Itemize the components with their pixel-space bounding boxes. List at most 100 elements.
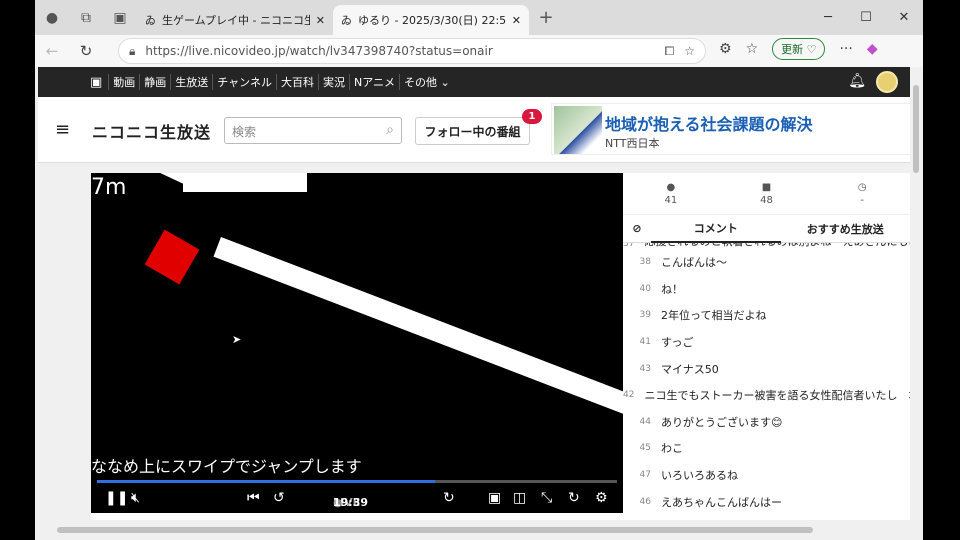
site-header: ≡ ニコニコ生放送 検索 ⌕ フォロー中の番組 1 地域が抱える社会課題の解決 N…: [38, 97, 911, 163]
nav-item[interactable]: Nアニメ: [348, 74, 399, 90]
skip-back-icon[interactable]: ⏮: [247, 490, 260, 506]
comment-row[interactable]: 45 わこ: [623, 435, 910, 462]
nav-item[interactable]: 生放送: [170, 74, 212, 90]
comment-text: えあちゃんこんばんはー: [661, 495, 782, 509]
clock-icon: ◷: [857, 182, 867, 193]
new-tab-button[interactable]: +: [529, 7, 563, 28]
nav-item[interactable]: 静画: [139, 74, 170, 90]
settings-icon[interactable]: ⚙: [595, 490, 608, 506]
seek-bar[interactable]: [97, 480, 617, 483]
comment-number: 39: [639, 310, 651, 321]
comment-number: 41: [639, 337, 651, 348]
game-instruction: ななめ上にスワイプでジャンプします: [91, 457, 362, 476]
comment-row[interactable]: 38 こんばんは～: [623, 249, 910, 276]
refresh-icon[interactable]: ↻: [69, 42, 103, 60]
vertical-scrollbar[interactable]: [910, 67, 923, 520]
browser-window: ● ⧉ ▣ ゐ生ゲームプレイ中 - ニコニコ生放送✕ ゐゆるり - 2025/3…: [35, 0, 923, 540]
game-platform: [183, 173, 307, 192]
comment-row[interactable]: 41 すっご: [623, 329, 910, 356]
profile-icon[interactable]: ●: [35, 10, 69, 26]
nav-item[interactable]: 大百科: [275, 74, 318, 90]
avatar[interactable]: [876, 71, 898, 93]
app-icon[interactable]: ⧠: [665, 44, 675, 59]
game-platform: [213, 237, 623, 415]
comment-text: マイナス50: [661, 362, 719, 376]
minimize-button[interactable]: ─: [809, 0, 847, 35]
comment-icon: ■: [761, 182, 772, 193]
comment-row[interactable]: 43 マイナス50: [623, 355, 910, 382]
comment-row[interactable]: 44 ありがとうございます😊: [623, 409, 910, 436]
comment-number: 44: [639, 416, 651, 427]
nav-item[interactable]: その他 ⌄: [398, 74, 454, 90]
follow-programs-button[interactable]: フォロー中の番組: [415, 117, 530, 145]
niconico-tv-icon[interactable]: ▣: [90, 75, 102, 90]
comment-row[interactable]: 39 2年位って相当だよね: [623, 302, 910, 329]
tab-active[interactable]: ゐゆるり - 2025/3/30(日) 22:50開始✕: [333, 5, 529, 35]
nav-item[interactable]: 動画: [108, 74, 139, 90]
rewind-10-icon[interactable]: ↺: [273, 490, 285, 506]
fullscreen-icon[interactable]: ⤡: [541, 490, 552, 506]
nav-item[interactable]: 実況: [317, 74, 349, 90]
mouse-cursor-icon: ➤: [232, 333, 242, 346]
comment-row[interactable]: 42 ニコ生でもストーカー被害を語る女性配信者いたし 本: [623, 382, 910, 409]
ad-image: [554, 106, 602, 154]
comment-number: 45: [639, 443, 651, 454]
comment-text: ニコ生でもストーカー被害を語る女性配信者いたし 本: [644, 389, 910, 403]
forward-10-icon[interactable]: ↻: [443, 490, 455, 506]
nav-item[interactable]: チャンネル: [212, 74, 276, 90]
comment-panel: ●41 ■48 ◷- ⊘ コメント おすすめ生放送 37 応援されるのと執着される…: [623, 173, 910, 520]
theater-mode-icon[interactable]: ◫: [513, 490, 526, 506]
reload-icon[interactable]: ↻: [568, 490, 580, 506]
favorites-icon[interactable]: ☆: [746, 41, 759, 57]
close-window-button[interactable]: ✕: [885, 0, 923, 35]
mute-icon[interactable]: 🔇︎: [131, 490, 140, 506]
comment-list[interactable]: 37 応援されるのと執着されるのは別よね えあさんにもあ 38 こんばんは～ 40 ね！ 3…: [623, 243, 910, 520]
comment-number: 37: [623, 243, 635, 249]
close-tab-icon[interactable]: ✕: [316, 14, 325, 27]
seek-progress: [97, 480, 435, 483]
bell-icon[interactable]: 🔔︎: [848, 73, 866, 89]
site-logo[interactable]: ニコニコ生放送: [92, 119, 211, 143]
tab-bar: ● ⧉ ▣ ゐ生ゲームプレイ中 - ニコニコ生放送✕ ゐゆるり - 2025/3…: [35, 0, 923, 35]
sidebar-toggle-icon[interactable]: ▣: [103, 10, 137, 26]
horizontal-scrollbar[interactable]: [35, 520, 923, 540]
scrollbar-thumb[interactable]: [913, 85, 919, 173]
comment-row[interactable]: 47 いろいろあるね: [623, 462, 910, 489]
comment-row[interactable]: 46 えあちゃんこんばんはー: [623, 488, 910, 515]
comment-text: 応援されるのと執着されるのは別よね えあさんにもあ: [644, 243, 910, 249]
close-tab-icon[interactable]: ✕: [512, 14, 521, 27]
ad-banner[interactable]: 地域が抱える社会課題の解決 NTT西日本: [551, 103, 911, 155]
comment-text: わこ: [661, 442, 683, 456]
comment-number: 47: [639, 470, 651, 481]
comment-settings-icon[interactable]: ⊘: [623, 222, 651, 235]
extensions-icon[interactable]: ⚙︎: [719, 41, 732, 57]
program-stats: ● 41 ■ 48 ◷ -: [623, 173, 910, 215]
search-input[interactable]: 検索 ⌕: [224, 117, 402, 144]
maximize-button[interactable]: ☐: [847, 0, 885, 35]
collections-icon[interactable]: ⧉: [69, 10, 103, 26]
comment-row[interactable]: 37 応援されるのと執着されるのは別よね えあさんにもあ: [623, 243, 910, 249]
search-icon[interactable]: ⌕: [386, 122, 394, 138]
back-icon[interactable]: ←: [35, 42, 69, 60]
nico-tab-icon: ゐ: [145, 14, 156, 27]
ad-title[interactable]: 地域が抱える社会課題の解決: [605, 111, 813, 135]
update-button[interactable]: 更新 ♡: [772, 38, 826, 60]
distance-readout: 7m: [91, 175, 127, 200]
copilot-icon[interactable]: ◆: [867, 41, 878, 57]
lock-icon: 🔒︎: [129, 43, 136, 58]
tab-game[interactable]: ゐ生ゲームプレイ中 - ニコニコ生放送✕: [137, 5, 333, 35]
menu-icon[interactable]: ≡: [55, 119, 70, 140]
more-icon[interactable]: ···: [839, 41, 852, 57]
tab-comments[interactable]: コメント: [651, 215, 781, 243]
tab-recommended[interactable]: おすすめ生放送: [781, 221, 911, 237]
comment-toggle-icon[interactable]: ▣: [488, 490, 501, 506]
url-input[interactable]: 🔒︎ https://live.nicovideo.jp/watch/lv3473…: [118, 38, 706, 64]
video-player[interactable]: 7m ➤ ななめ上にスワイプでジャンプします ❚❚ 🔇︎ ⏮ ↺ ● LIVE …: [91, 173, 623, 513]
pause-icon[interactable]: ❚❚: [105, 490, 128, 506]
comment-row[interactable]: 40 ね！: [623, 276, 910, 303]
scrollbar-thumb[interactable]: [57, 527, 813, 533]
player-controls: ❚❚ 🔇︎ ⏮ ↺ ● LIVE 19:39 ↻ ▣ ◫ ⤡ ↻ ⚙: [105, 490, 608, 509]
comment-text: 2年位って相当だよね: [661, 309, 767, 323]
favorite-star-icon[interactable]: ☆: [684, 44, 695, 58]
viewer-icon: ●: [666, 182, 676, 193]
